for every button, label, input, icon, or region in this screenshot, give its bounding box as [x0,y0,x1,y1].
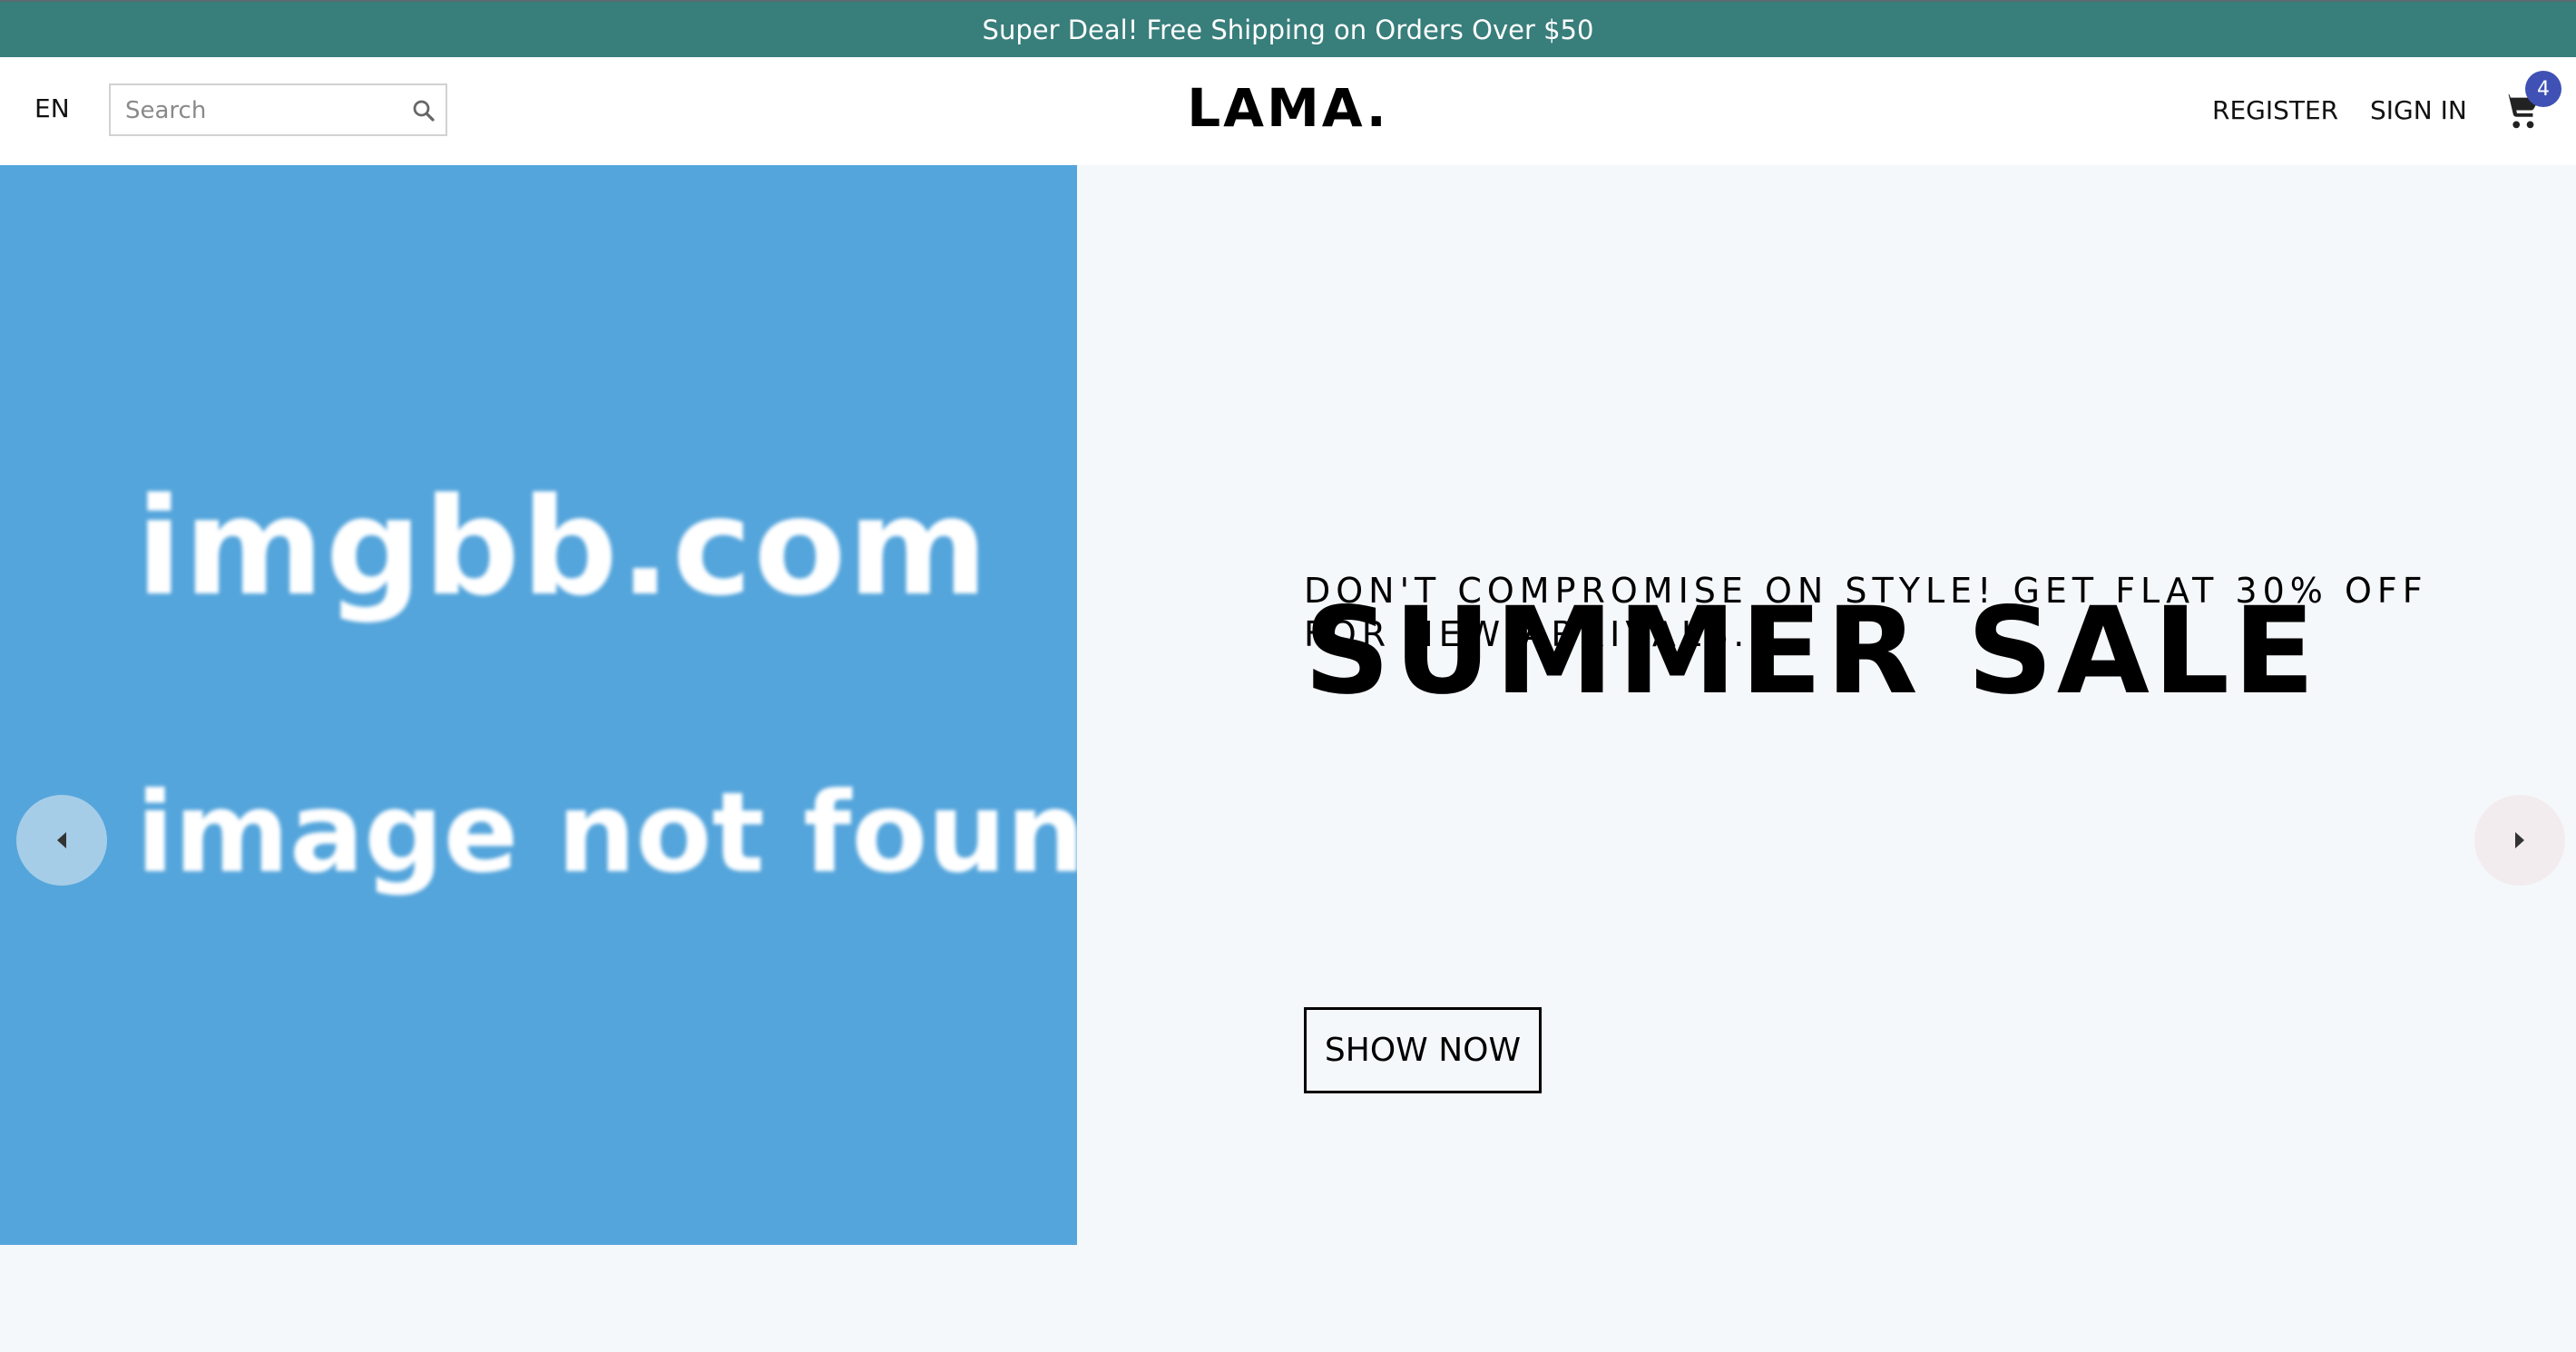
announcement-bar: Super Deal! Free Shipping on Orders Over… [0,0,2576,57]
slider-prev-button[interactable] [16,795,107,886]
show-now-button[interactable]: SHOW NOW [1304,1007,1542,1093]
hero-slider: imgbb.com image not found SUMMER SALE DO… [0,165,2576,1349]
register-link[interactable]: REGISTER [2212,95,2338,125]
sign-in-link[interactable]: SIGN IN [2370,95,2467,125]
slide-description: DON'T COMPROMISE ON STYLE! GET FLAT 30% … [1304,571,2428,654]
arrow-right-icon [2515,832,2524,848]
slide-image: imgbb.com image not found [0,165,1077,1245]
image-placeholder-subtext: image not found [136,769,1077,897]
arrow-left-icon [57,832,66,848]
announcement-text: Super Deal! Free Shipping on Orders Over… [982,14,1594,45]
image-placeholder-text: imgbb.com [136,469,990,625]
brand-logo[interactable]: LAMA. [0,77,2576,139]
slider-next-button[interactable] [2474,795,2565,886]
navbar: EN LAMA. REGISTER SIGN IN 4 [0,57,2576,165]
cart-badge: 4 [2525,71,2561,107]
